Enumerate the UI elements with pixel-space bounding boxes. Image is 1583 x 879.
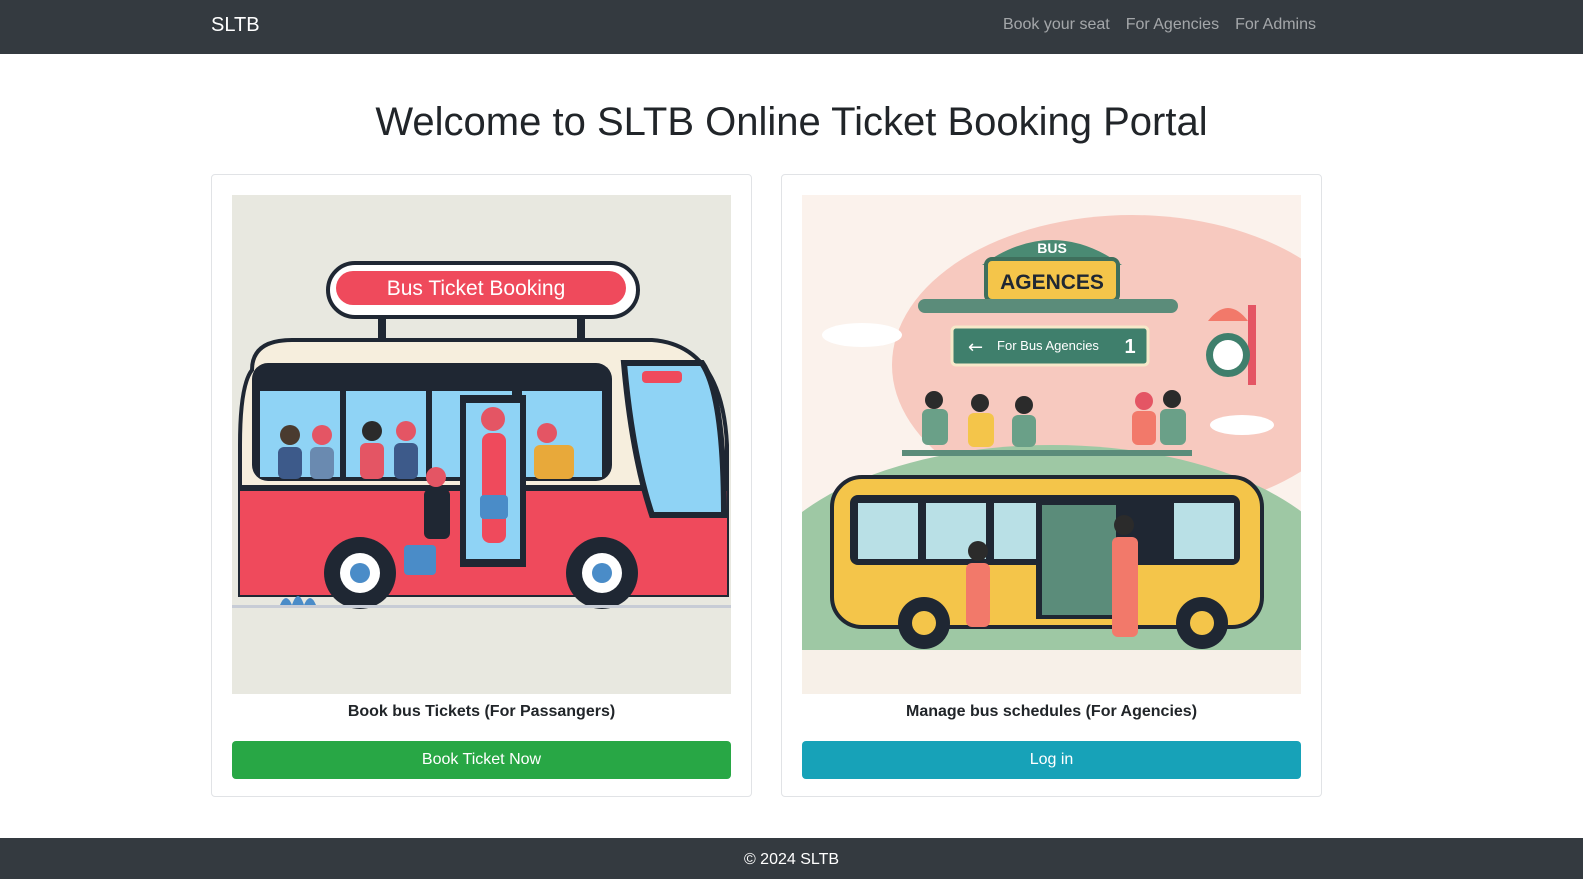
login-button[interactable]: Log in: [802, 741, 1301, 779]
passenger-card-title: Book bus Tickets (For Passangers): [347, 703, 616, 720]
agences-sign-label: AGENCES: [1000, 271, 1104, 294]
brand-link[interactable]: SLTB: [211, 14, 260, 37]
platform-number-sign: 1: [1124, 336, 1135, 358]
book-ticket-button[interactable]: Book Ticket Now: [232, 741, 731, 779]
bus-ticket-booking-sign: Bus Ticket Booking: [387, 277, 566, 300]
for-bus-agencies-sign: For Bus Agencies: [997, 338, 1099, 353]
agency-bus-illustration: BUS AGENCES ← For Bus Agencies 1: [802, 195, 1301, 694]
nav-links: Book your seat For Agencies For Admins: [1003, 16, 1316, 34]
passenger-bus-illustration: Bus Ticket Booking: [232, 195, 731, 694]
nav-link-book-seat[interactable]: Book your seat: [1003, 16, 1110, 34]
svg-text:←: ←: [968, 337, 983, 358]
passenger-card: Bus Ticket Booking Book bus Tickets (For…: [211, 174, 752, 797]
footer: © 2024 SLTB: [0, 838, 1583, 879]
agency-card-title: Manage bus schedules (For Agencies): [905, 703, 1198, 720]
nav-link-admins[interactable]: For Admins: [1235, 16, 1316, 34]
page-title: Welcome to SLTB Online Ticket Booking Po…: [375, 100, 1208, 144]
navbar: SLTB Book your seat For Agencies For Adm…: [0, 0, 1583, 54]
agency-card: BUS AGENCES ← For Bus Agencies 1 Manage …: [781, 174, 1322, 797]
nav-link-agencies[interactable]: For Agencies: [1126, 16, 1219, 34]
bus-sign-label: BUS: [1037, 240, 1067, 256]
